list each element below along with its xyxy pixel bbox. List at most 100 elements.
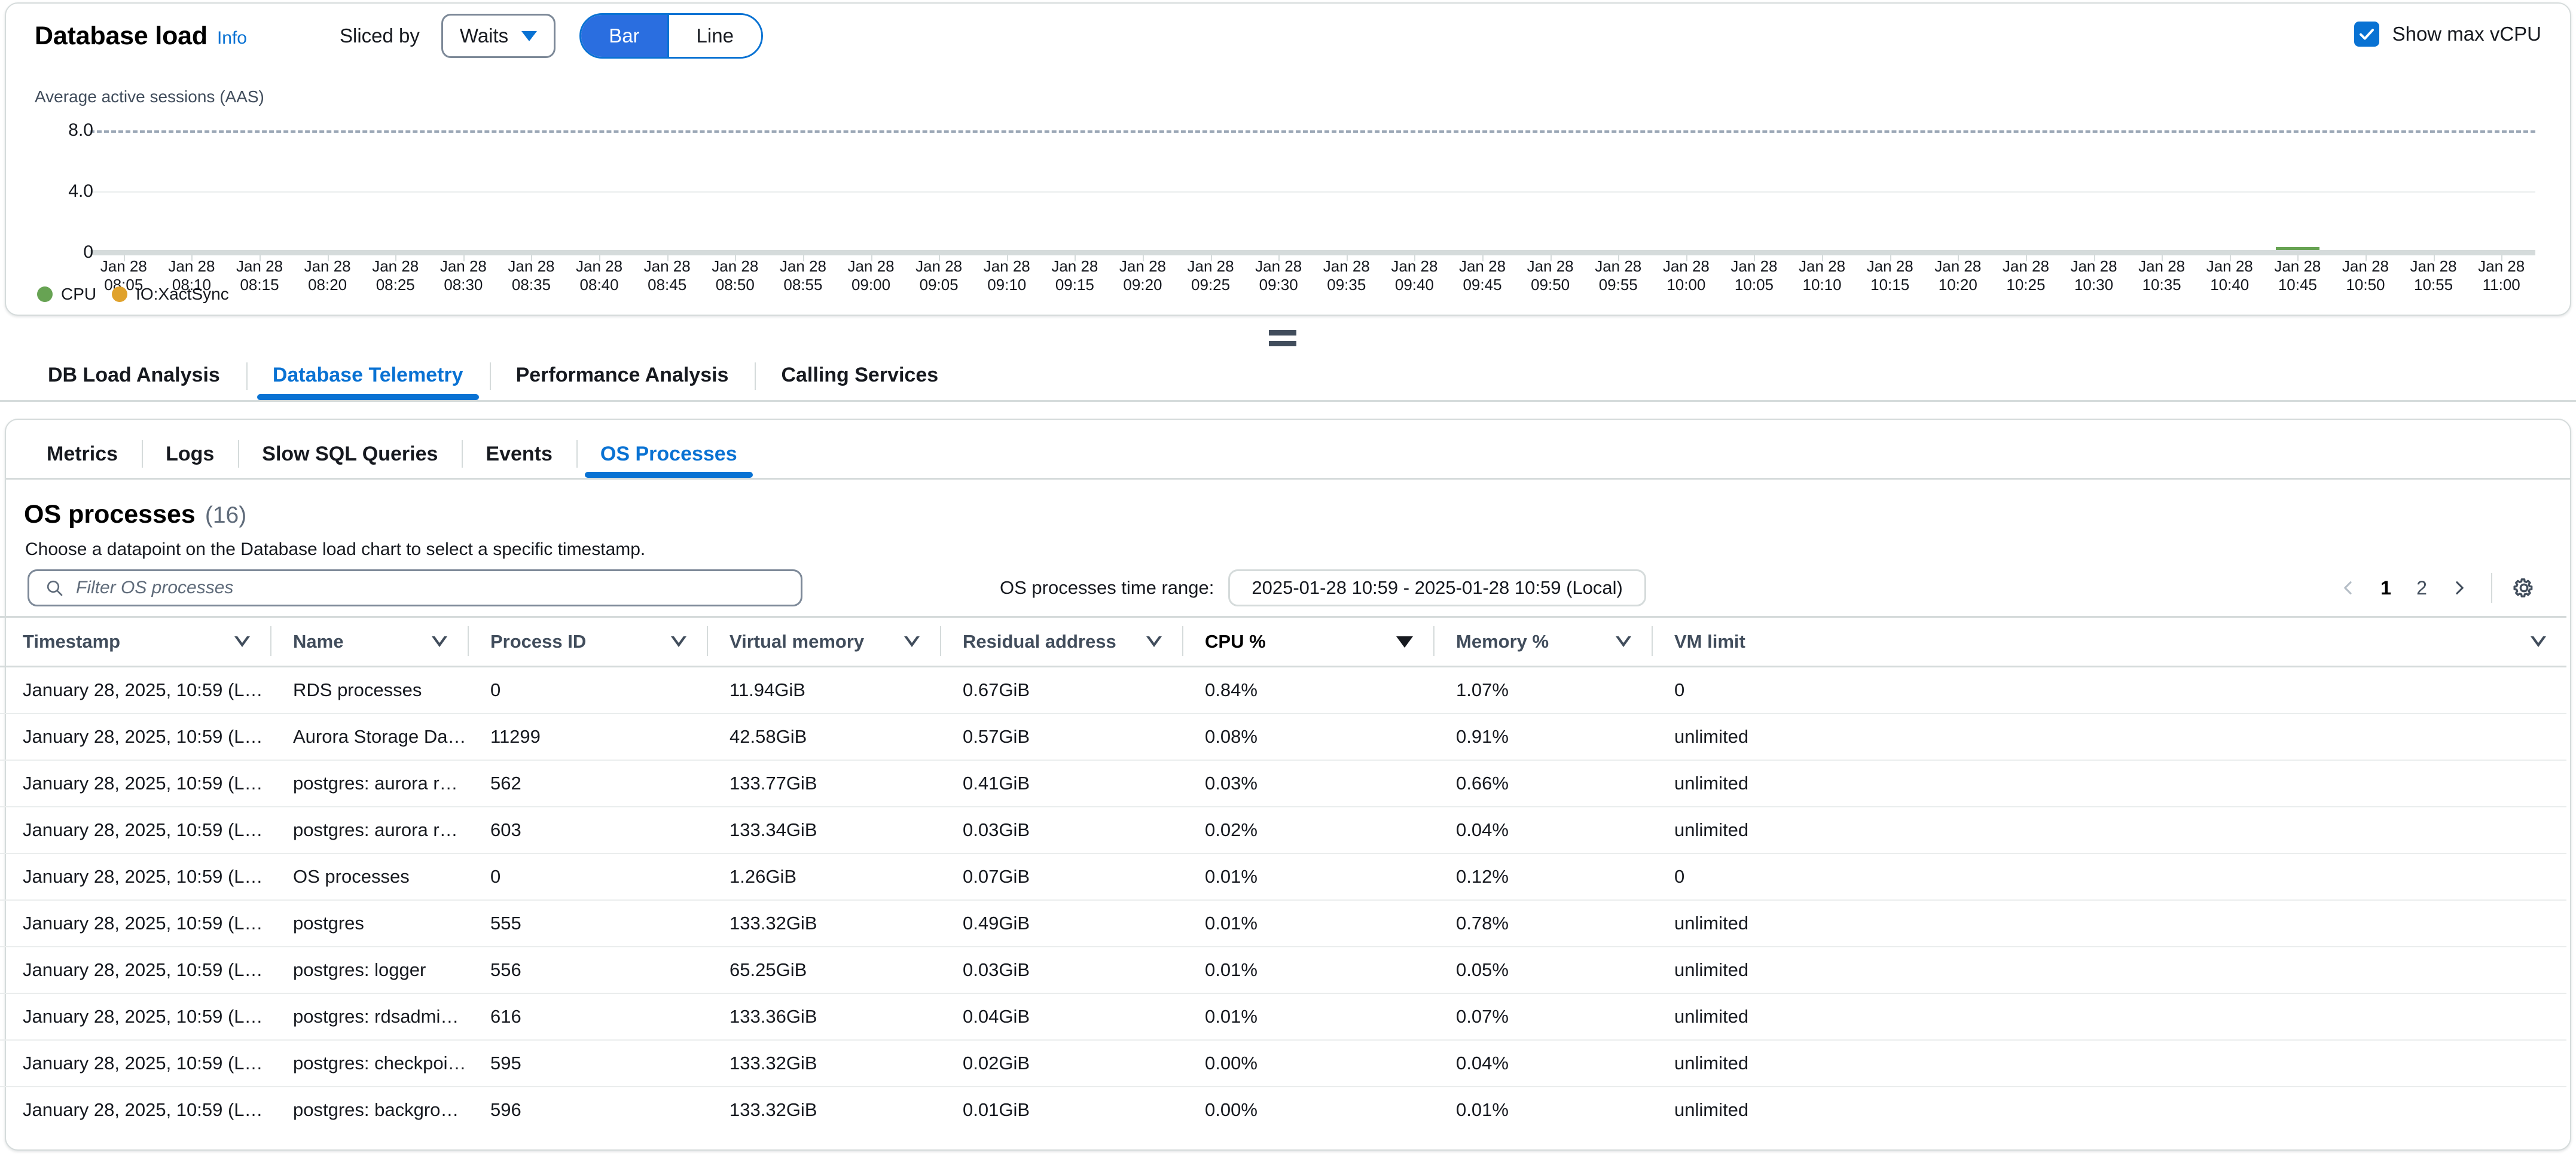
cell-residual-address: 0.03GiB bbox=[940, 947, 1182, 993]
cell-timestamp: January 28, 2025, 10:59 (Loc... bbox=[0, 900, 270, 947]
cell-timestamp: January 28, 2025, 10:59 (Loc... bbox=[0, 993, 270, 1040]
cell-vm-limit: 0 bbox=[1652, 667, 2566, 713]
x-axis-tick-label: Jan 28 09:25 bbox=[1172, 257, 1250, 294]
cell-residual-address: 0.07GiB bbox=[940, 853, 1182, 900]
x-axis-tick-label: Jan 28 09:40 bbox=[1375, 257, 1453, 294]
table-row[interactable]: January 28, 2025, 10:59 (Loc...Aurora St… bbox=[0, 713, 2566, 760]
table-row[interactable]: January 28, 2025, 10:59 (Loc...postgres5… bbox=[0, 900, 2566, 947]
x-axis-tick-label: Jan 28 11:00 bbox=[2462, 257, 2540, 294]
filter-os-processes-input[interactable]: Filter OS processes bbox=[28, 569, 802, 606]
tab-os-processes[interactable]: OS Processes bbox=[576, 443, 761, 478]
cell-name: RDS processes bbox=[270, 667, 468, 713]
column-header-memory-percent[interactable]: Memory % bbox=[1433, 617, 1652, 667]
column-header-vm-limit[interactable]: VM limit bbox=[1652, 617, 2566, 667]
x-axis-tick-label: Jan 28 10:25 bbox=[1987, 257, 2065, 294]
max-vcpu-line bbox=[90, 130, 2535, 133]
x-axis-tick-label: Jan 28 09:55 bbox=[1579, 257, 1657, 294]
legend-label-cpu: CPU bbox=[61, 285, 96, 304]
tab-db-load-analysis[interactable]: DB Load Analysis bbox=[22, 364, 246, 400]
chart-bar[interactable] bbox=[2276, 247, 2319, 250]
cell-vm-limit: unlimited bbox=[1652, 1087, 2566, 1133]
cell-process-id: 555 bbox=[468, 900, 707, 947]
column-header-process-id[interactable]: Process ID bbox=[468, 617, 707, 667]
table-row[interactable]: January 28, 2025, 10:59 (Loc...postgres:… bbox=[0, 993, 2566, 1040]
cell-memory-percent: 0.04% bbox=[1433, 807, 1652, 853]
show-max-vcpu-label: Show max vCPU bbox=[2392, 23, 2541, 45]
table-row[interactable]: January 28, 2025, 10:59 (Loc...postgres:… bbox=[0, 1040, 2566, 1087]
chart-type-line-button[interactable]: Line bbox=[667, 15, 761, 57]
pagination-page-1[interactable]: 1 bbox=[2369, 569, 2403, 606]
cell-virtual-memory: 133.32GiB bbox=[707, 1040, 940, 1087]
x-axis-tick-label: Jan 28 10:20 bbox=[1919, 257, 1997, 294]
sort-icon bbox=[904, 636, 920, 647]
column-header-virtual-memory[interactable]: Virtual memory bbox=[707, 617, 940, 667]
cell-process-id: 562 bbox=[468, 760, 707, 807]
cell-name: postgres: aurora runt... bbox=[270, 760, 468, 807]
x-axis-tick-label: Jan 28 08:30 bbox=[425, 257, 502, 294]
time-range-value[interactable]: 2025-01-28 10:59 - 2025-01-28 10:59 (Loc… bbox=[1228, 569, 1646, 606]
show-max-vcpu-toggle[interactable]: Show max vCPU bbox=[2354, 22, 2541, 47]
table-row[interactable]: January 28, 2025, 10:59 (Loc...postgres:… bbox=[0, 947, 2566, 993]
sort-icon bbox=[1616, 636, 1631, 647]
resize-bar-top bbox=[1269, 330, 1296, 336]
x-axis-tick-label: Jan 28 08:45 bbox=[628, 257, 706, 294]
legend-item-cpu[interactable]: CPU bbox=[37, 285, 96, 304]
table-row[interactable]: January 28, 2025, 10:59 (Loc...OS proces… bbox=[0, 853, 2566, 900]
pagination-next-button[interactable] bbox=[2441, 569, 2478, 606]
cell-cpu-percent: 0.00% bbox=[1182, 1087, 1433, 1133]
tab-logs[interactable]: Logs bbox=[142, 443, 238, 478]
legend-swatch-io-xactsync bbox=[112, 286, 127, 302]
table-row[interactable]: January 28, 2025, 10:59 (Loc...postgres:… bbox=[0, 807, 2566, 853]
cell-process-id: 0 bbox=[468, 667, 707, 713]
cell-name: postgres bbox=[270, 900, 468, 947]
tab-database-telemetry[interactable]: Database Telemetry bbox=[246, 364, 490, 400]
search-icon bbox=[45, 578, 64, 597]
cell-process-id: 603 bbox=[468, 807, 707, 853]
cell-name: postgres: checkpointer bbox=[270, 1040, 468, 1087]
cell-virtual-memory: 11.94GiB bbox=[707, 667, 940, 713]
sliced-by-select[interactable]: Waits bbox=[441, 14, 556, 58]
column-header-name[interactable]: Name bbox=[270, 617, 468, 667]
x-axis-tick-label: Jan 28 08:20 bbox=[289, 257, 367, 294]
filter-placeholder: Filter OS processes bbox=[76, 578, 233, 598]
chart-type-bar-button[interactable]: Bar bbox=[581, 15, 667, 57]
x-axis-tick-label: Jan 28 09:15 bbox=[1036, 257, 1113, 294]
tab-calling-services[interactable]: Calling Services bbox=[755, 364, 965, 400]
table-preferences-button[interactable] bbox=[2505, 569, 2543, 606]
info-link[interactable]: Info bbox=[217, 28, 247, 48]
cell-vm-limit: unlimited bbox=[1652, 993, 2566, 1040]
database-load-chart[interactable]: 04.08.0Jan 28 08:05Jan 28 08:10Jan 28 08… bbox=[90, 115, 2535, 252]
cell-name: postgres: rdsadmin r... bbox=[270, 993, 468, 1040]
cell-memory-percent: 0.78% bbox=[1433, 900, 1652, 947]
cell-residual-address: 0.04GiB bbox=[940, 993, 1182, 1040]
tab-events[interactable]: Events bbox=[462, 443, 576, 478]
column-label: Timestamp bbox=[23, 631, 120, 652]
cell-timestamp: January 28, 2025, 10:59 (Loc... bbox=[0, 713, 270, 760]
cell-virtual-memory: 65.25GiB bbox=[707, 947, 940, 993]
column-header-cpu-percent[interactable]: CPU % bbox=[1182, 617, 1433, 667]
legend-item-io-xactsync[interactable]: IO:XactSync bbox=[112, 285, 229, 304]
cell-name: postgres: backgroun... bbox=[270, 1087, 468, 1133]
panel-resize-handle[interactable] bbox=[1269, 329, 1305, 347]
table-row[interactable]: January 28, 2025, 10:59 (Loc...postgres:… bbox=[0, 1087, 2566, 1133]
pagination-prev-button[interactable] bbox=[2330, 569, 2367, 606]
tab-performance-analysis[interactable]: Performance Analysis bbox=[490, 364, 755, 400]
chart-header: Database load Info Sliced by Waits Bar L… bbox=[6, 4, 2570, 68]
chart-type-toggle: Bar Line bbox=[579, 13, 763, 59]
pagination-page-2[interactable]: 2 bbox=[2405, 569, 2438, 606]
column-header-timestamp[interactable]: Timestamp bbox=[0, 617, 270, 667]
column-header-residual-address[interactable]: Residual address bbox=[940, 617, 1182, 667]
tab-metrics[interactable]: Metrics bbox=[23, 443, 142, 478]
cell-residual-address: 0.02GiB bbox=[940, 1040, 1182, 1087]
cell-timestamp: January 28, 2025, 10:59 (Loc... bbox=[0, 947, 270, 993]
cell-virtual-memory: 133.32GiB bbox=[707, 900, 940, 947]
x-axis-tick-label: Jan 28 10:30 bbox=[2055, 257, 2133, 294]
column-label: Virtual memory bbox=[730, 631, 864, 652]
show-max-vcpu-checkbox[interactable] bbox=[2354, 22, 2379, 47]
chevron-right-icon bbox=[2451, 580, 2468, 596]
table-header-row: Timestamp Name Process ID Virtual memory… bbox=[0, 617, 2566, 667]
x-axis-baseline bbox=[90, 250, 2535, 255]
table-row[interactable]: January 28, 2025, 10:59 (Loc...postgres:… bbox=[0, 760, 2566, 807]
tab-slow-sql-queries[interactable]: Slow SQL Queries bbox=[238, 443, 462, 478]
table-row[interactable]: January 28, 2025, 10:59 (Loc...RDS proce… bbox=[0, 667, 2566, 713]
